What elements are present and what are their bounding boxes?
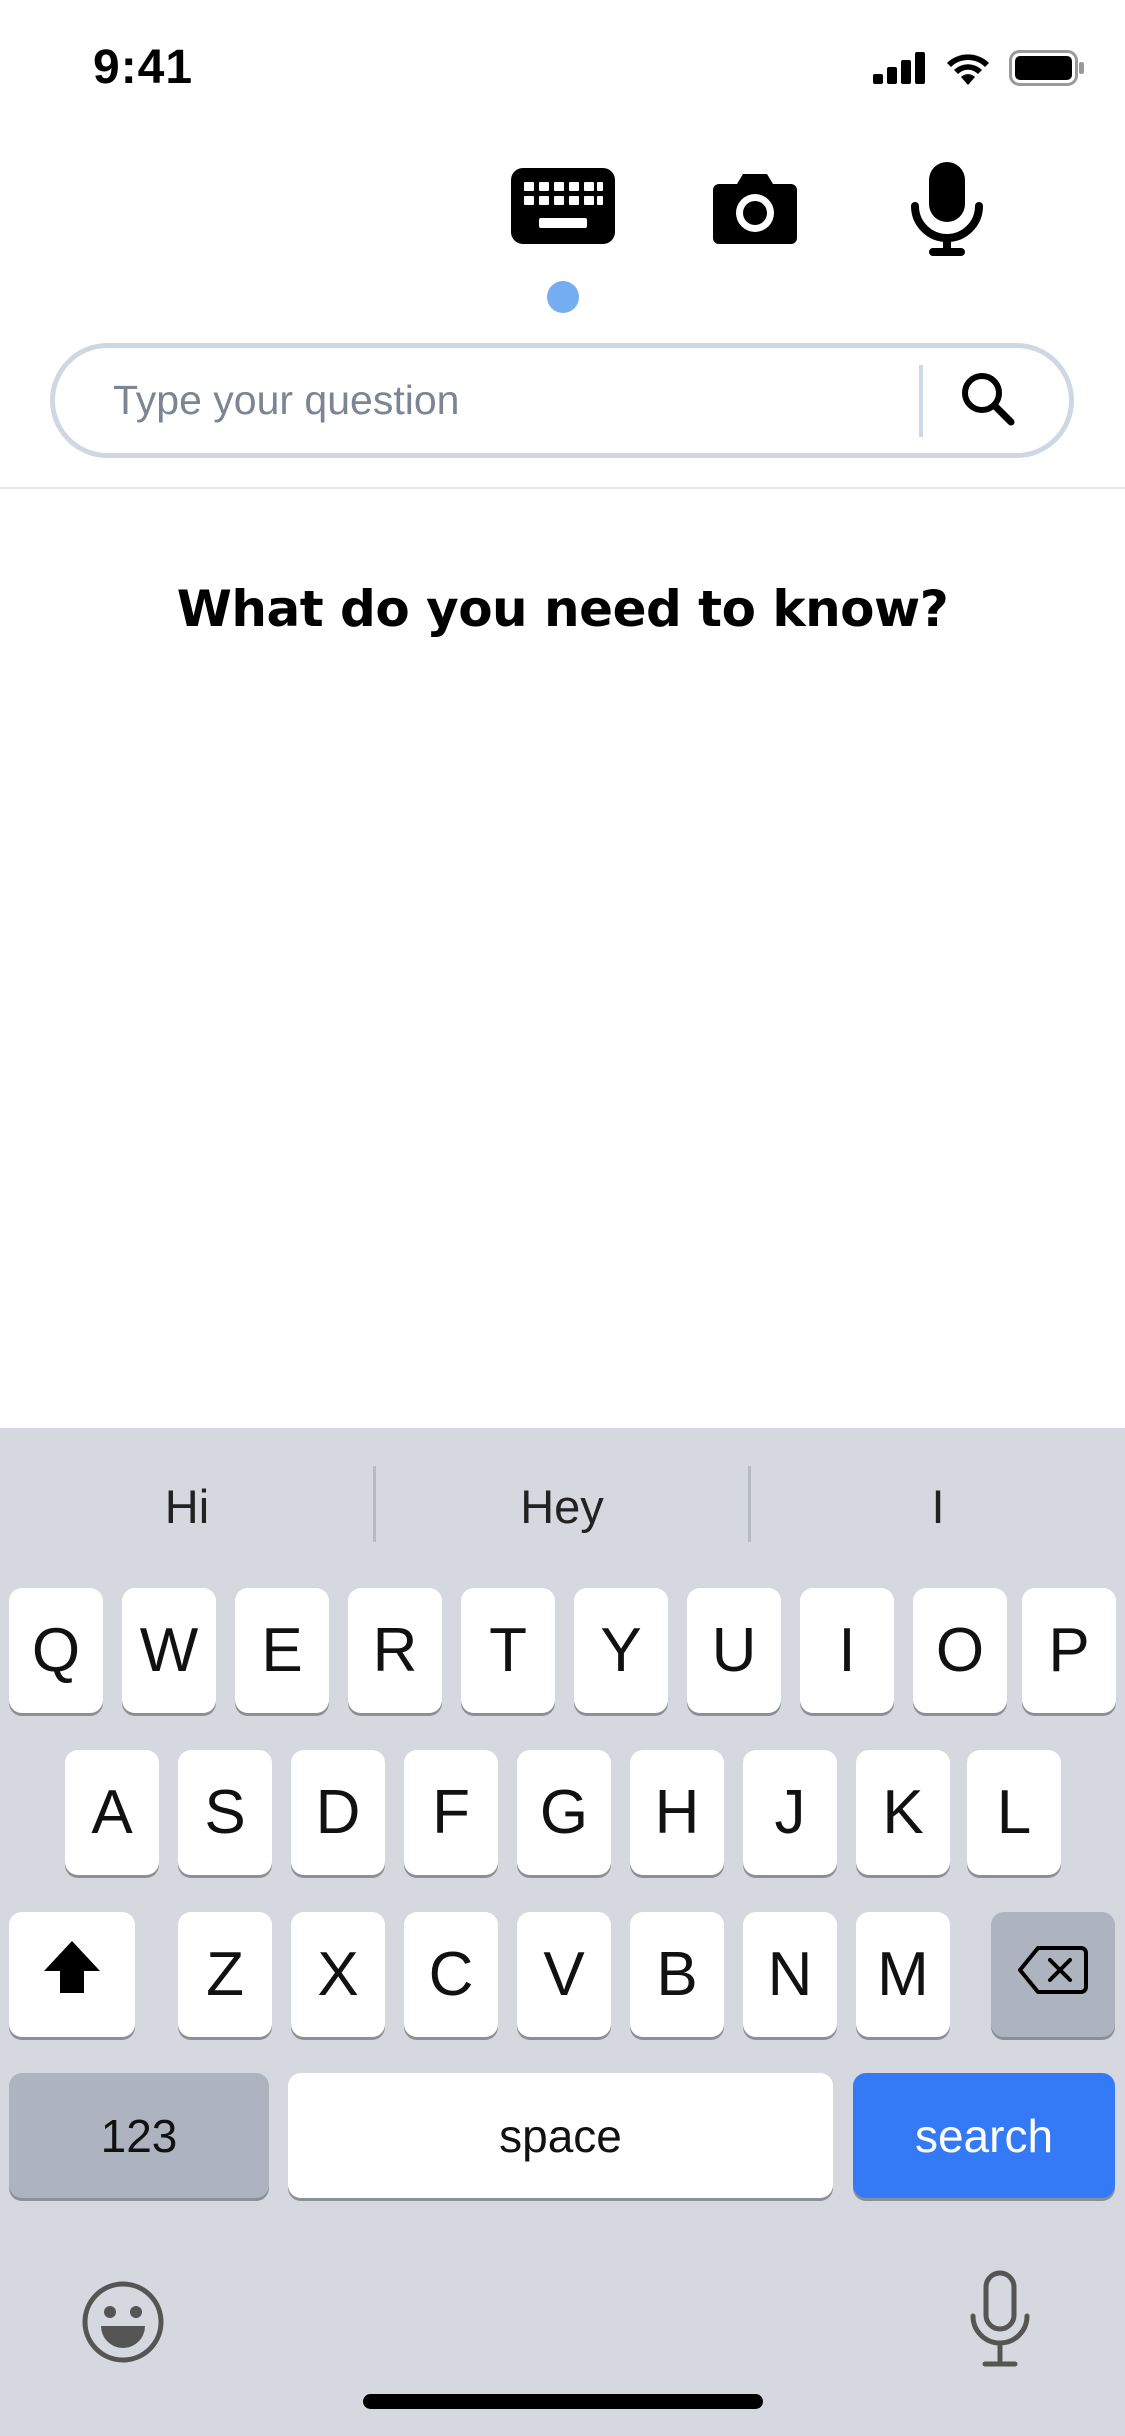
space-key[interactable]: space xyxy=(288,2073,833,2198)
search-field[interactable] xyxy=(50,343,1074,458)
key-f[interactable]: F xyxy=(404,1750,498,1875)
page-title: What do you need to know? xyxy=(176,580,949,638)
search-input[interactable] xyxy=(55,347,919,454)
key-l[interactable]: L xyxy=(967,1750,1061,1875)
backspace-key[interactable] xyxy=(991,1912,1115,2037)
key-o[interactable]: O xyxy=(913,1588,1007,1713)
key-d[interactable]: D xyxy=(291,1750,385,1875)
key-s[interactable]: S xyxy=(178,1750,272,1875)
suggestion-item[interactable]: Hi xyxy=(0,1456,374,1556)
signal-icon xyxy=(873,51,927,89)
search-button[interactable] xyxy=(947,361,1027,441)
key-h[interactable]: H xyxy=(630,1750,724,1875)
key-p[interactable]: P xyxy=(1022,1588,1116,1713)
wifi-icon xyxy=(945,51,991,90)
key-u[interactable]: U xyxy=(687,1588,781,1713)
home-indicator[interactable] xyxy=(363,2394,763,2409)
emoji-icon[interactable] xyxy=(81,2280,165,2364)
key-n[interactable]: N xyxy=(743,1912,837,2037)
key-e[interactable]: E xyxy=(235,1588,329,1713)
status-time: 9:41 xyxy=(93,41,194,94)
key-m[interactable]: M xyxy=(856,1912,950,2037)
key-k[interactable]: K xyxy=(856,1750,950,1875)
numbers-key[interactable]: 123 xyxy=(9,2073,269,2198)
suggestion-item[interactable]: I xyxy=(751,1456,1125,1556)
backspace-icon xyxy=(1018,1939,1088,2010)
key-w[interactable]: W xyxy=(122,1588,216,1713)
search-return-key[interactable]: search xyxy=(853,2073,1115,2198)
key-b[interactable]: B xyxy=(630,1912,724,2037)
shift-icon xyxy=(42,1939,102,2010)
divider xyxy=(0,487,1125,489)
key-x[interactable]: X xyxy=(291,1912,385,2037)
status-icons xyxy=(873,46,1085,94)
suggestion-item[interactable]: Hey xyxy=(376,1456,748,1556)
key-g[interactable]: G xyxy=(517,1750,611,1875)
search-icon xyxy=(959,370,1015,431)
key-y[interactable]: Y xyxy=(574,1588,668,1713)
dictation-icon[interactable] xyxy=(965,2270,1035,2370)
keyboard-icon[interactable] xyxy=(511,168,615,244)
key-z[interactable]: Z xyxy=(178,1912,272,2037)
key-r[interactable]: R xyxy=(348,1588,442,1713)
key-i[interactable]: I xyxy=(800,1588,894,1713)
key-a[interactable]: A xyxy=(65,1750,159,1875)
camera-icon[interactable] xyxy=(713,172,797,244)
mode-indicator xyxy=(547,281,579,313)
shift-key[interactable] xyxy=(9,1912,135,2037)
key-j[interactable]: J xyxy=(743,1750,837,1875)
key-t[interactable]: T xyxy=(461,1588,555,1713)
battery-icon xyxy=(1009,49,1085,91)
microphone-icon[interactable] xyxy=(907,160,987,260)
key-q[interactable]: Q xyxy=(9,1588,103,1713)
key-c[interactable]: C xyxy=(404,1912,498,2037)
keyboard: Hi Hey I Q W E R T Y U I O P A S D F G H… xyxy=(0,1428,1125,2436)
key-v[interactable]: V xyxy=(517,1912,611,2037)
search-divider xyxy=(919,364,923,437)
